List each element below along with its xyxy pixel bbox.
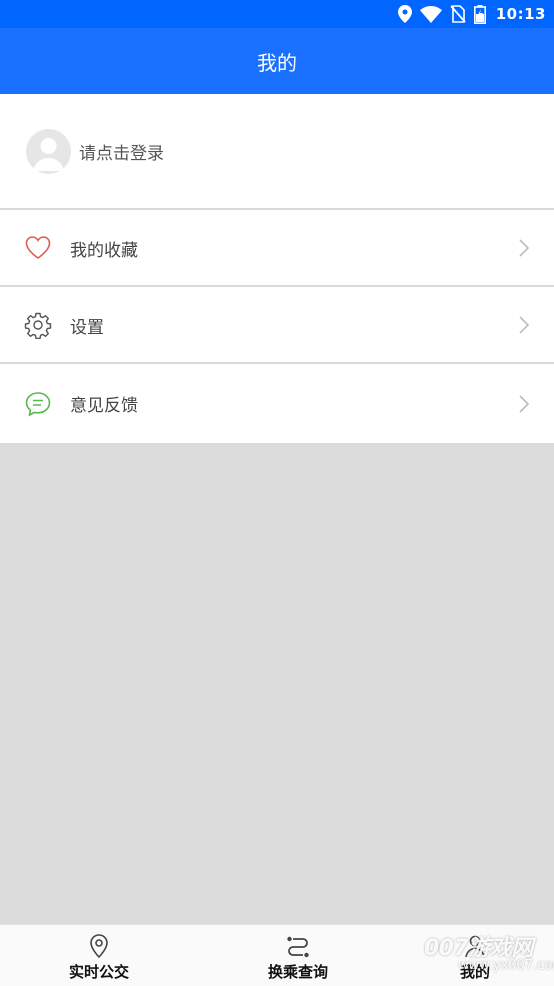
menu-item-feedback[interactable]: 意见反馈 [0, 364, 554, 443]
menu-item-settings[interactable]: 设置 [0, 287, 554, 363]
login-prompt[interactable]: 请点击登录 [79, 139, 164, 164]
avatar[interactable] [26, 128, 71, 174]
watermark-url: www.yx007.com [458, 958, 554, 973]
chevron-right-icon [519, 394, 530, 413]
status-bar: 10:13 [0, 0, 554, 28]
wifi-icon [419, 5, 442, 23]
chat-bubble-icon [25, 391, 51, 416]
gear-icon [24, 312, 52, 339]
location-pin-icon [90, 934, 108, 959]
heart-icon [25, 236, 51, 259]
default-avatar-icon [33, 137, 64, 171]
status-time: 10:13 [495, 5, 546, 23]
app-root: 10:13 我的 请点击登录 我的收藏 设置 意见反馈 实时公交 换乘查询 我的… [0, 0, 554, 986]
app-bar: 我的 [0, 28, 554, 94]
nav-item-realtime-bus[interactable]: 实时公交 [34, 925, 164, 986]
nav-item-transfer-query[interactable]: 换乘查询 [233, 925, 363, 986]
nav-label: 换乘查询 [267, 963, 328, 981]
menu-item-favorites[interactable]: 我的收藏 [0, 210, 554, 286]
chevron-right-icon [519, 239, 530, 257]
page-title: 我的 [257, 50, 297, 75]
menu-item-label: 设置 [70, 317, 104, 338]
location-icon [397, 5, 412, 23]
menu-item-label: 我的收藏 [70, 240, 138, 261]
login-row[interactable]: 请点击登录 [0, 94, 554, 208]
battery-icon [473, 4, 486, 24]
menu-item-label: 意见反馈 [70, 396, 138, 416]
no-sim-icon [450, 5, 466, 23]
nav-label: 实时公交 [68, 963, 129, 981]
route-icon [287, 936, 309, 958]
chevron-right-icon [519, 316, 530, 334]
